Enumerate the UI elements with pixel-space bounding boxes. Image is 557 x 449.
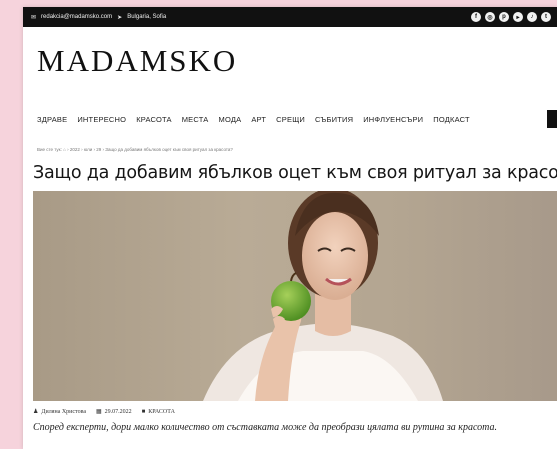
user-icon: ♟: [33, 409, 39, 415]
social-links: f ◎ p ▸ ♪ t: [471, 12, 551, 22]
facebook-icon[interactable]: f: [471, 12, 481, 22]
site-logo[interactable]: MADAMSKO: [37, 43, 237, 79]
nav-item-events[interactable]: СЪБИТИЯ: [315, 115, 353, 124]
nav-item-influencers[interactable]: ИНФЛУЕНСЪРИ: [363, 115, 423, 124]
youtube-icon[interactable]: ▸: [513, 12, 523, 22]
nav-item-beauty[interactable]: КРАСОТА: [136, 115, 172, 124]
nav-item-places[interactable]: МЕСТА: [182, 115, 209, 124]
contact-email[interactable]: redakcia@madamsko.com: [41, 14, 112, 20]
pinterest-icon[interactable]: p: [499, 12, 509, 22]
calendar-icon: ▦: [96, 409, 102, 415]
category-meta: ■ КРАСОТА: [142, 409, 175, 415]
nav-item-fashion[interactable]: МОДА: [219, 115, 242, 124]
search-toggle-button[interactable]: [547, 110, 557, 128]
main-nav: ЗДРАВЕ ИНТЕРЕСНО КРАСОТА МЕСТА МОДА АРТ …: [37, 115, 470, 124]
contact-location: Bulgaria, Sofia: [127, 14, 167, 20]
top-bar: ✉ redakcia@madamsko.com ➤ Bulgaria, Sofi…: [23, 7, 557, 27]
location-icon: ➤: [117, 14, 123, 21]
contact-info: ✉ redakcia@madamsko.com ➤ Bulgaria, Sofi…: [31, 14, 166, 21]
article-author[interactable]: Диляна Христова: [41, 409, 86, 415]
nav-item-podcast[interactable]: ПОДКАСТ: [433, 115, 470, 124]
email-icon: ✉: [31, 14, 37, 21]
article-category[interactable]: КРАСОТА: [148, 409, 175, 415]
instagram-icon[interactable]: ◎: [485, 12, 495, 22]
page-container: ✉ redakcia@madamsko.com ➤ Bulgaria, Sofi…: [23, 7, 557, 449]
article-date: 29.07.2022: [104, 408, 132, 415]
nav-item-health[interactable]: ЗДРАВЕ: [37, 115, 67, 124]
breadcrumb: Вие сте тук: ⌂ › 2022 › юли › 29 › Защо …: [37, 147, 233, 152]
woman-with-apple-illustration: [203, 191, 443, 401]
date-meta: ▦ 29.07.2022: [96, 408, 132, 416]
nav-item-art[interactable]: АРТ: [251, 115, 266, 124]
nav-item-interesting[interactable]: ИНТЕРЕСНО: [77, 115, 126, 124]
twitter-icon[interactable]: t: [541, 12, 551, 22]
folder-icon: ■: [141, 408, 146, 415]
author-meta: ♟ Диляна Христова: [33, 408, 86, 416]
article-hero-image: [33, 191, 557, 401]
tiktok-icon[interactable]: ♪: [527, 12, 537, 22]
article-lead: Според експерти, дори малко количество о…: [33, 422, 498, 433]
article-title: Защо да добавим ябълков оцет към своя ри…: [33, 163, 557, 183]
article-meta: ♟ Диляна Христова ▦ 29.07.2022 ■ КРАСОТА: [33, 408, 175, 416]
nav-item-meetings[interactable]: СРЕЩИ: [276, 115, 305, 124]
